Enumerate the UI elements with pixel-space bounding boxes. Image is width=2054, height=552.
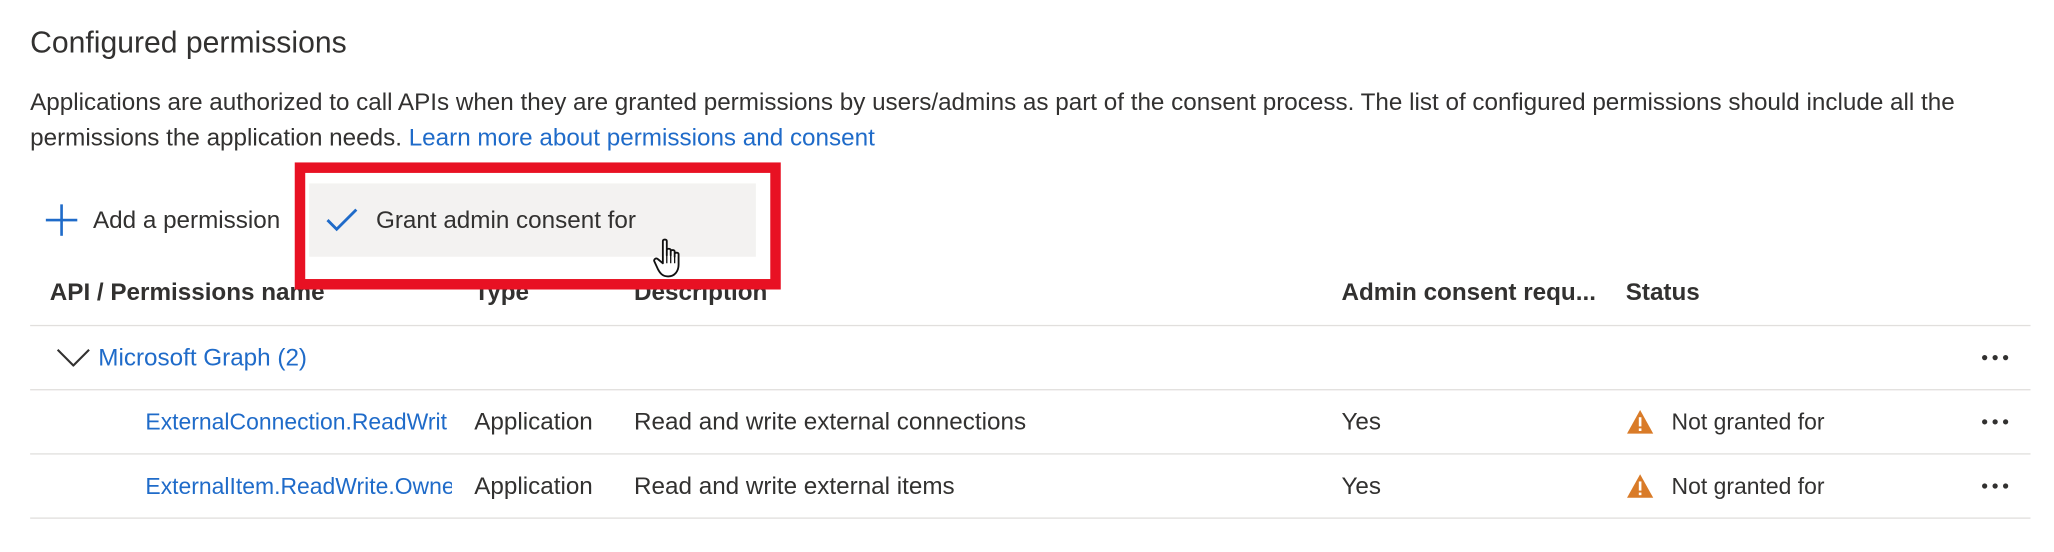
column-header-status[interactable]: Status [1626, 258, 1954, 325]
row-more-button[interactable] [1969, 455, 2021, 518]
admin-consent-required: Yes [1341, 407, 1381, 435]
grant-admin-consent-label: Grant admin consent for [375, 205, 636, 234]
warning-icon [1627, 474, 1654, 498]
more-icon [1982, 355, 2009, 361]
permissions-panel: Configured permissions Applications are … [0, 0, 2054, 552]
column-header-name[interactable]: API / Permissions name [50, 258, 469, 325]
section-title: Configured permissions [30, 24, 347, 59]
table-header: API / Permissions name Type Description … [30, 258, 2031, 327]
permission-description: Read and write external connections [634, 407, 1027, 435]
add-permission-button[interactable]: Add a permission [45, 183, 281, 256]
permission-description: Read and write external items [634, 471, 955, 500]
table-row: ExternalConnection.ReadWrit Application … [30, 390, 2031, 455]
permission-name-text[interactable]: ExternalConnection.ReadWrit [145, 408, 452, 436]
table-row: ExternalItem.ReadWrite.Owne Application … [30, 455, 2031, 519]
chevron-down-icon [56, 349, 90, 367]
status-cell: Not granted for [1626, 455, 1954, 518]
section-description-block: Applications are authorized to call APIs… [30, 84, 2034, 155]
more-icon [1982, 419, 2009, 425]
command-bar: Add a permission Grant admin consent for [30, 183, 1078, 257]
admin-consent-required: Yes [1341, 471, 1381, 500]
warning-icon [1627, 410, 1654, 434]
group-more-button[interactable] [1969, 326, 2021, 389]
permission-name-text[interactable]: ExternalItem.ReadWrite.Owne [145, 472, 452, 500]
group-label[interactable]: Microsoft Graph (2) [98, 343, 307, 372]
status-text: Not granted for [1671, 472, 1825, 499]
status-cell: Not granted for [1626, 390, 1954, 453]
column-header-type[interactable]: Type [474, 258, 631, 325]
column-header-description[interactable]: Description [634, 258, 1328, 325]
learn-more-link[interactable]: Learn more about permissions and consent [409, 123, 875, 151]
row-more-button[interactable] [1969, 390, 2021, 453]
column-header-admin-consent[interactable]: Admin consent requ... [1341, 258, 1616, 325]
add-permission-label: Add a permission [93, 205, 281, 234]
group-row-microsoft-graph[interactable]: Microsoft Graph (2) [30, 326, 2031, 391]
permissions-table: API / Permissions name Type Description … [30, 258, 2031, 519]
status-text: Not granted for [1671, 408, 1825, 435]
checkmark-icon [326, 208, 358, 232]
hand-cursor-icon [653, 238, 680, 278]
more-icon [1982, 483, 2009, 489]
permission-name-link[interactable]: ExternalConnection.ReadWrit [145, 390, 452, 453]
permission-type: Application [474, 471, 593, 500]
permission-type: Application [474, 407, 593, 435]
group-toggle[interactable]: Microsoft Graph (2) [56, 326, 475, 389]
section-description: Applications are authorized to call APIs… [30, 87, 1955, 151]
grant-admin-consent-button[interactable]: Grant admin consent for [309, 183, 756, 257]
permission-name-link[interactable]: ExternalItem.ReadWrite.Owne [145, 455, 452, 518]
plus-icon [45, 204, 78, 236]
